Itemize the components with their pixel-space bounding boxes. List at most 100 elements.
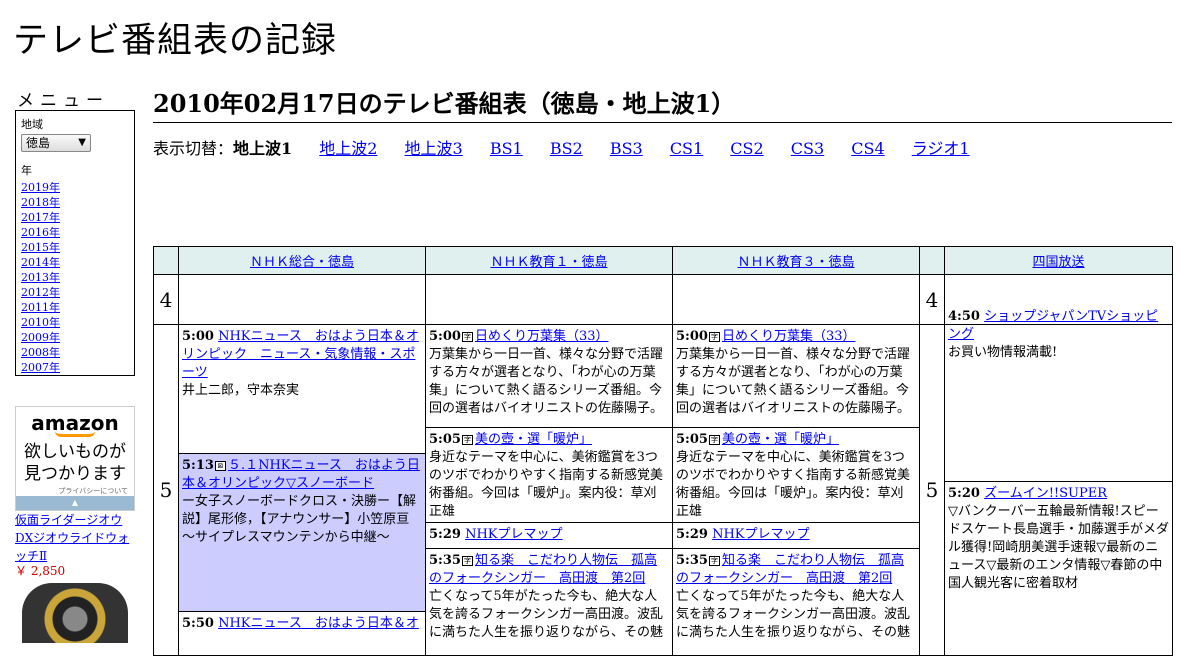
program-title-link[interactable]: ショップジャパンTVショッピング: [948, 309, 1158, 342]
empty-slot: [178, 274, 426, 325]
program-description: お買い物情報満載!: [948, 345, 1058, 360]
switch-link[interactable]: 地上波3: [405, 139, 463, 158]
channel-link[interactable]: ＮＨＫ総合・徳島: [250, 255, 354, 270]
program-title-link[interactable]: 日めくり万葉集（33）: [722, 329, 856, 344]
switch-current: 地上波1: [233, 139, 293, 158]
program-title-link[interactable]: ズームイン!!SUPER: [984, 486, 1107, 501]
program-entry: 5:00 NHKニュース おはよう日本＆オリンピック ニュース・気象情報・スポー…: [179, 325, 425, 454]
amazon-ad[interactable]: amazon 欲しいものが 見つかります プライバシーについて ▲: [15, 406, 135, 511]
program-entry: 5:00 字日めくり万葉集（33） 万葉集から一日一首、様々な分野で活躍する方々が…: [673, 325, 919, 428]
program-description: 亡くなって5年がたった今も、絶大な人気を誇るフォークシンガー高田渡。波乱に満ちた…: [676, 589, 911, 640]
program-time: 5:29: [676, 527, 708, 542]
year-link[interactable]: 2011年: [21, 300, 129, 315]
program-entry: 5:29 NHKプレマップ: [426, 523, 672, 549]
hour-cell: 5: [919, 324, 945, 656]
year-link[interactable]: 2018年: [21, 195, 129, 210]
program-title-link[interactable]: NHKニュース おはよう日本＆オ: [218, 616, 419, 631]
program-title-link[interactable]: NHKプレマップ: [712, 527, 809, 542]
channel-header: ＮＨＫ教育１・徳島: [425, 246, 673, 275]
year-link[interactable]: 2016年: [21, 225, 129, 240]
program-time: 5:50: [182, 616, 214, 631]
hour-cell: 4: [153, 274, 179, 325]
year-link[interactable]: 2012年: [21, 285, 129, 300]
program-description: 万葉集から一日一首、様々な分野で活躍する方々が選者となり、「わが心の万葉集」につ…: [676, 347, 911, 416]
menu-panel: 地域 徳島 ▼ 年 2019年 2018年 2017年 2016年 2015年 …: [15, 110, 135, 376]
switch-link[interactable]: BS1: [490, 139, 523, 158]
program-entry: 5:29 NHKプレマップ: [673, 523, 919, 549]
channel-link[interactable]: 四国放送: [1032, 255, 1084, 270]
program-entry: 5:05 字美の壺・選「暖炉」 身近なテーマを中心に、美術鑑賞を3つのツボでわかり…: [426, 428, 672, 523]
year-link[interactable]: 2014年: [21, 255, 129, 270]
ad-product-link[interactable]: 仮面ライダージオウ DXジオウライドウォッチⅡ: [15, 511, 135, 565]
switch-link[interactable]: CS4: [851, 139, 884, 158]
program-entry: 5:35 字知る楽 こだわり人物伝 孤高のフォークシンガー 高田渡 第2回 亡くな…: [426, 549, 672, 645]
program-description: 身近なテーマを中心に、美術鑑賞を3つのツボでわかりやすく指南する新感覚美術番組。…: [429, 450, 664, 519]
empty-slot: [672, 274, 920, 325]
channel-link[interactable]: ＮＨＫ教育１・徳島: [490, 255, 607, 270]
dropdown-arrow-icon: ▼: [78, 137, 86, 148]
program-entry: 5:13 ⊠ ５.１NHKニュース おはよう日本＆オリンピック▽スノーボード ー女子…: [179, 454, 425, 612]
caption-icon: 字: [461, 556, 473, 566]
year-link[interactable]: 2007年: [21, 360, 129, 375]
program-time: 5:35: [429, 553, 461, 568]
switch-link[interactable]: BS2: [550, 139, 583, 158]
program-time: 5:05: [676, 432, 708, 447]
program-title-link[interactable]: 美の壺・選「暖炉」: [722, 432, 839, 447]
year-label: 年: [21, 164, 32, 177]
channel-header: ＮＨＫ教育３・徳島: [672, 246, 920, 275]
switch-link[interactable]: BS3: [610, 139, 643, 158]
region-select-value: 徳島: [26, 136, 51, 150]
switch-link[interactable]: ラジオ1: [912, 139, 970, 158]
hour-cell: 4: [919, 274, 945, 325]
empty-slot: [425, 274, 673, 325]
channel-switcher: 表示切替：地上波1 地上波2 地上波3 BS1 BS2 BS3 CS1 CS2 …: [153, 135, 992, 159]
program-time: 5:35: [676, 553, 708, 568]
year-link[interactable]: 2017年: [21, 210, 129, 225]
year-list: 2019年 2018年 2017年 2016年 2015年 2014年 2013…: [21, 180, 129, 375]
schedule-table: ＮＨＫ総合・徳島 ＮＨＫ教育１・徳島 ＮＨＫ教育３・徳島 四国放送 4 4 5 …: [153, 246, 1173, 656]
program-title-link[interactable]: 日めくり万葉集（33）: [475, 329, 609, 344]
program-time: 5:29: [429, 527, 461, 542]
channel-column: 5:00 字日めくり万葉集（33） 万葉集から一日一首、様々な分野で活躍する方々が…: [425, 324, 673, 656]
switch-link[interactable]: CS2: [730, 139, 763, 158]
switch-link[interactable]: CS3: [791, 139, 824, 158]
channel-header-row: ＮＨＫ総合・徳島 ＮＨＫ教育１・徳島 ＮＨＫ教育３・徳島 四国放送: [153, 246, 1173, 275]
channel-column: 4:50 ショップジャパンTVショッピング お買い物情報満載! 5:20 ズーム…: [944, 309, 1173, 656]
program-title-link[interactable]: NHKニュース おはよう日本＆オリンピック ニュース・気象情報・スポーツ: [182, 329, 419, 380]
program-entry: 5:00 字日めくり万葉集（33） 万葉集から一日一首、様々な分野で活躍する方々が…: [426, 325, 672, 428]
region-select[interactable]: 徳島 ▼: [21, 134, 91, 152]
year-link[interactable]: 2009年: [21, 330, 129, 345]
site-title: テレビ番組表の記録: [13, 21, 338, 61]
program-description: ▽バンクーバー五輪最新情報!スピードスケート長島選手・加藤選手がメダル獲得!岡崎…: [948, 504, 1170, 591]
channel-column: 5:00 NHKニュース おはよう日本＆オリンピック ニュース・気象情報・スポー…: [178, 324, 426, 656]
program-time: 5:20: [948, 486, 980, 501]
ad-text-line1: 欲しいものが: [24, 442, 126, 462]
program-time: 5:13: [182, 458, 214, 473]
program-entry: 4:50 ショップジャパンTVショッピング お買い物情報満載!: [945, 305, 1172, 482]
switch-link[interactable]: CS1: [670, 139, 703, 158]
channel-column: 5:00 字 日めくり万葉集（33） 万葉集から一日一首、様々な分野で活躍する方々が…: [672, 324, 920, 656]
program-title-link[interactable]: NHKプレマップ: [465, 527, 562, 542]
caption-icon: 字: [461, 332, 473, 342]
switch-link[interactable]: 地上波2: [319, 139, 377, 158]
hour-cell: 5: [153, 324, 179, 656]
year-link[interactable]: 2013年: [21, 270, 129, 285]
caption-icon: 字: [708, 556, 720, 566]
year-link[interactable]: 2008年: [21, 345, 129, 360]
ad-privacy-link[interactable]: プライバシーについて: [58, 486, 128, 496]
chevron-up-icon[interactable]: ▲: [16, 496, 134, 510]
header-corner: [919, 246, 945, 275]
program-time: 5:05: [429, 432, 461, 447]
ad-product-price: ￥ 2,850: [15, 564, 66, 578]
program-description: 身近なテーマを中心に、美術鑑賞を3つのツボでわかりやすく指南する新感覚美術番組。…: [676, 450, 911, 519]
year-link[interactable]: 2019年: [21, 180, 129, 195]
channel-link[interactable]: ＮＨＫ教育３・徳島: [737, 255, 854, 270]
year-link[interactable]: 2010年: [21, 315, 129, 330]
caption-icon: 字: [461, 435, 473, 445]
program-description: 亡くなって5年がたった今も、絶大な人気を誇るフォークシンガー高田渡。波乱に満ちた…: [429, 589, 664, 640]
channel-header: 四国放送: [944, 246, 1173, 275]
year-link[interactable]: 2015年: [21, 240, 129, 255]
program-title-link[interactable]: 美の壺・選「暖炉」: [475, 432, 592, 447]
product-image[interactable]: [22, 583, 128, 643]
program-time: 5:00: [676, 329, 708, 344]
